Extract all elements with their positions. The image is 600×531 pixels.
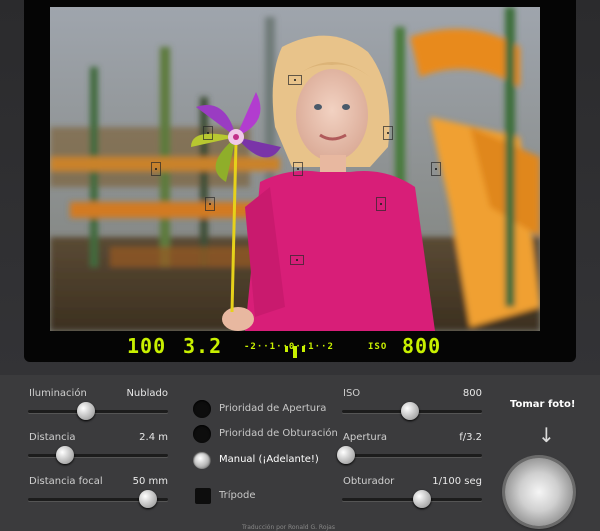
distance-label: Distancia <box>29 432 76 443</box>
af-point <box>383 126 393 140</box>
distance-value: 2.4 m <box>139 432 168 443</box>
iso-label: ISO <box>368 342 388 352</box>
af-point <box>431 162 441 176</box>
iso-slider-value: 800 <box>462 388 482 399</box>
focal-length-slider-knob[interactable] <box>139 490 157 508</box>
tripod-checkbox[interactable] <box>195 488 211 504</box>
mode-manual-radio[interactable] <box>193 451 211 469</box>
af-point <box>290 255 304 265</box>
shutter-slider-value: 1/100 seg <box>432 476 482 487</box>
viewfinder-photo <box>50 7 540 331</box>
shutter-slider-track[interactable] <box>342 498 482 501</box>
aperture-slider-value: f/3.2 <box>459 432 482 443</box>
mode-shutter-priority-label[interactable]: Prioridad de Obturación <box>219 428 338 439</box>
illumination-slider-track[interactable] <box>28 410 168 413</box>
mode-shutter-priority-radio[interactable] <box>193 425 211 443</box>
illumination-label: Iluminación <box>29 388 87 399</box>
af-point <box>376 197 386 211</box>
arrow-down-icon: ↓ <box>538 423 555 447</box>
shutter-slider-knob[interactable] <box>413 490 431 508</box>
mode-aperture-priority-label[interactable]: Prioridad de Apertura <box>219 403 326 414</box>
focal-length-value: 50 mm <box>132 476 168 487</box>
af-point <box>151 162 161 176</box>
aperture-slider-track[interactable] <box>342 454 482 457</box>
exposure-meter <box>285 346 305 358</box>
af-point <box>205 197 215 211</box>
take-photo-button[interactable] <box>505 458 573 526</box>
distance-slider-track[interactable] <box>28 454 168 457</box>
af-point <box>293 162 303 176</box>
control-panel: Iluminación Nublado Distancia 2.4 m Dist… <box>0 375 600 531</box>
distance-slider-knob[interactable] <box>56 446 74 464</box>
mode-manual-label[interactable]: Manual (¡Adelante!) <box>219 454 319 465</box>
aperture-slider-label: Apertura <box>343 432 387 443</box>
illumination-slider-knob[interactable] <box>77 402 95 420</box>
shutter-slider-label: Obturador <box>343 476 395 487</box>
af-point <box>288 75 302 85</box>
focal-length-label: Distancia focal <box>29 476 103 487</box>
translation-credit: Traducción por Ronald G. Rojas <box>242 524 335 531</box>
iso-readout: 800 <box>402 334 442 358</box>
aperture-slider-knob[interactable] <box>337 446 355 464</box>
tripod-label[interactable]: Trípode <box>219 490 256 501</box>
mode-aperture-priority-radio[interactable] <box>193 400 211 418</box>
aperture-readout: 3.2 <box>183 334 223 358</box>
illumination-value: Nublado <box>126 388 168 399</box>
take-photo-label: Tomar foto! <box>510 399 576 410</box>
shutter-speed-readout: 100 <box>127 334 167 358</box>
iso-slider-knob[interactable] <box>401 402 419 420</box>
iso-slider-label: ISO <box>343 388 361 399</box>
af-point <box>203 126 213 140</box>
